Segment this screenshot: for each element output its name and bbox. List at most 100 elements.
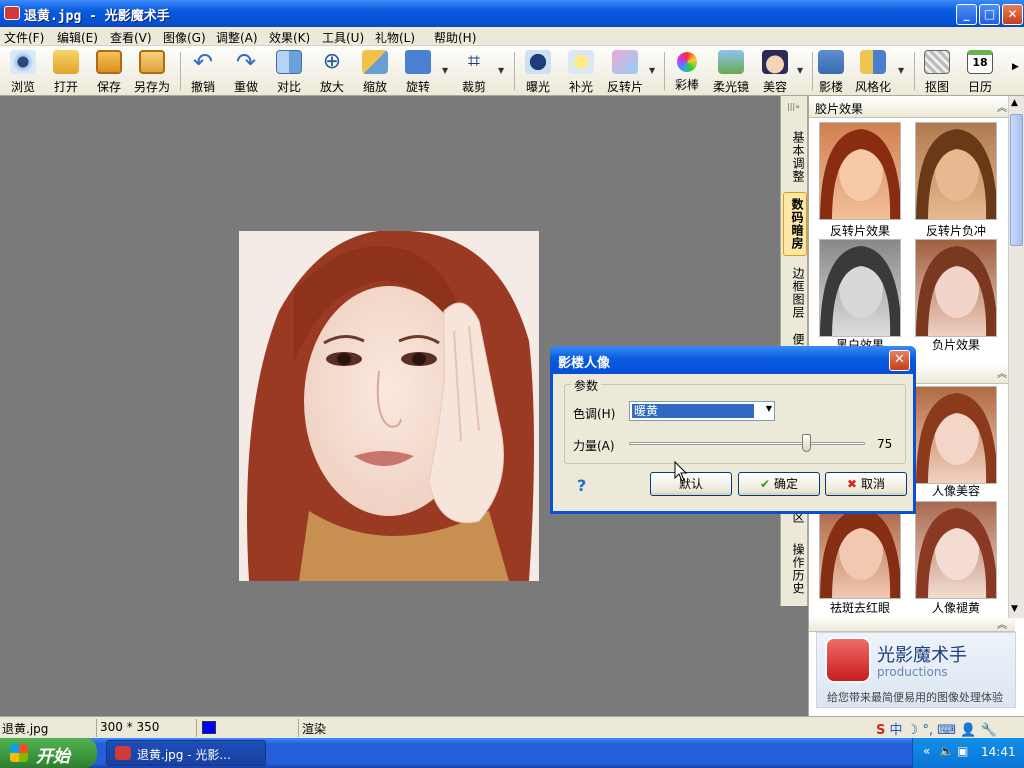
crop-dropdown-icon[interactable]: ▼ <box>498 66 504 75</box>
zoom-in-button[interactable]: ⊕ 放大 <box>317 48 347 95</box>
keyboard-icon[interactable]: ⌨ <box>937 723 956 738</box>
menu-edit[interactable]: 编辑(E) <box>57 29 98 46</box>
help-icon[interactable]: ? <box>577 476 586 495</box>
calendar-button[interactable]: 18 日历 <box>964 48 996 94</box>
exposure-button[interactable]: 曝光 <box>523 48 553 94</box>
clock[interactable]: 14:41 <box>981 745 1016 759</box>
volume-icon[interactable]: 🔈 <box>939 744 954 758</box>
menu-file[interactable]: 文件(F) <box>4 29 44 46</box>
strength-slider-track[interactable] <box>629 442 865 445</box>
menu-image[interactable]: 图像(G) <box>163 29 206 46</box>
menu-help[interactable]: 帮助(H) <box>434 29 476 46</box>
tab-border-layers[interactable]: 边框图层 <box>783 260 807 326</box>
thumb-black-white[interactable] <box>819 239 901 337</box>
panel-scrollbar[interactable]: ▲ ▼ <box>1008 96 1024 618</box>
resize-button[interactable]: 缩放 <box>360 48 390 94</box>
tab-basic-adjust[interactable]: 基本调整 <box>783 124 807 190</box>
studio-button[interactable]: 影楼 <box>816 48 846 94</box>
section-header-collapsed[interactable]: ︽ <box>809 616 1015 632</box>
thumb-reversal-push[interactable] <box>915 122 997 220</box>
exposure-icon <box>525 50 551 74</box>
eye-icon <box>10 50 36 74</box>
app-icon <box>4 6 20 20</box>
compare-button[interactable]: 对比 <box>274 48 304 94</box>
ok-button[interactable]: ✔ 确定 <box>738 472 820 496</box>
promo-name: 光影魔术手 <box>877 645 967 666</box>
network-icon[interactable]: ▣ <box>957 744 968 758</box>
scroll-up-icon[interactable]: ▲ <box>1011 98 1018 108</box>
windows-logo-icon <box>10 744 28 762</box>
sogou-ime-icon[interactable]: S <box>876 723 885 738</box>
undo-button[interactable]: ↶ 撤销 <box>188 48 218 94</box>
thumb-portrait-deyellow[interactable] <box>915 501 997 599</box>
redo-button[interactable]: ↷ 重做 <box>231 48 261 94</box>
open-button[interactable]: 打开 <box>50 48 82 94</box>
window-title: 退黄.jpg - 光影魔术手 <box>24 9 170 24</box>
strength-slider-thumb[interactable] <box>802 434 811 452</box>
thumb-label: 人像美容 <box>931 484 980 498</box>
default-button[interactable]: 默认 <box>650 472 732 496</box>
section-header-film[interactable]: 胶片效果 ︽ <box>809 96 1015 118</box>
maximize-button[interactable]: □ <box>979 4 1000 25</box>
rotate-dropdown-icon[interactable]: ▼ <box>442 66 448 75</box>
collapse-panel-icon[interactable]: |||» <box>787 102 800 111</box>
tab-history[interactable]: 操作历史 <box>783 536 807 602</box>
menu-view[interactable]: 查看(V) <box>110 29 152 46</box>
save-button[interactable]: 保存 <box>93 48 125 94</box>
crop-icon: ⌗ <box>467 49 481 74</box>
tab-digital-darkroom[interactable]: 数码暗房 <box>783 192 807 256</box>
cutout-button[interactable]: 抠图 <box>922 48 952 94</box>
tone-select[interactable]: 暖黄 ▼ <box>629 401 775 421</box>
user-icon[interactable]: 👤 <box>960 723 976 738</box>
dialog-close-button[interactable]: ✕ <box>889 350 910 371</box>
photo-image[interactable] <box>239 231 539 581</box>
punctuation-icon[interactable]: °, <box>922 723 933 738</box>
rotate-button[interactable]: 旋转 <box>403 48 433 94</box>
collapse-chevron-icon[interactable]: ︽ <box>997 99 1007 114</box>
menu-tools[interactable]: 工具(U) <box>322 29 364 46</box>
tray-arrow-icon[interactable]: « <box>923 744 930 758</box>
close-button[interactable]: ✕ <box>1002 4 1023 25</box>
film-dropdown-icon[interactable]: ▼ <box>649 66 655 75</box>
save-as-button[interactable]: 另存为 <box>132 48 172 94</box>
compare-icon <box>276 50 302 74</box>
promo-banner[interactable]: 光影魔术手 productions 给您带来最简便易用的图像处理体验 <box>816 632 1016 708</box>
chinese-mode-icon[interactable]: 中 <box>890 723 903 738</box>
stylize-dropdown-icon[interactable]: ▼ <box>898 66 904 75</box>
scroll-thumb[interactable] <box>1010 114 1023 246</box>
toolbar-more-icon[interactable]: ▶ <box>1012 62 1019 72</box>
wrench-icon[interactable]: 🔧 <box>980 723 996 738</box>
params-group: 参数 色调(H) 暖黄 ▼ 力量(A) 75 <box>564 377 906 464</box>
ime-toolbar[interactable]: S 中 ☽ °, ⌨ 👤 🔧 <box>876 719 1020 738</box>
color-wand-button[interactable]: 彩棒 <box>672 48 702 94</box>
chevron-down-icon[interactable]: ▼ <box>766 404 772 413</box>
soft-focus-button[interactable]: 柔光镜 <box>712 48 750 94</box>
fill-light-button[interactable]: 补光 <box>566 48 596 94</box>
reversal-film-button[interactable]: 反转片 <box>604 48 646 94</box>
beauty-button[interactable]: 美容 <box>760 48 790 94</box>
menu-effects[interactable]: 效果(K) <box>269 29 310 46</box>
thumb-spot-redeye[interactable] <box>819 501 901 599</box>
beauty-dropdown-icon[interactable]: ▼ <box>797 66 803 75</box>
thumb-portrait-beauty[interactable] <box>915 386 997 484</box>
menu-gifts[interactable]: 礼物(L) <box>375 29 415 46</box>
cancel-button[interactable]: ✖ 取消 <box>825 472 907 496</box>
dialog-title-bar[interactable]: 影楼人像 ✕ <box>550 346 916 374</box>
thumb-label: 负片效果 <box>931 338 980 352</box>
start-button[interactable]: 开始 <box>0 738 97 768</box>
collapse-chevron-icon[interactable]: ︽ <box>997 616 1007 631</box>
scroll-down-icon[interactable]: ▼ <box>1011 604 1018 614</box>
minimize-button[interactable]: _ <box>956 4 977 25</box>
browse-button[interactable]: 浏览 <box>6 48 40 94</box>
thumb-label: 反转片效果 <box>829 224 890 238</box>
half-width-icon[interactable]: ☽ <box>907 723 919 738</box>
status-bar: 退黄.jpg 300 * 350 渲染 S 中 ☽ °, ⌨ 👤 🔧 <box>0 716 1024 738</box>
menu-adjust[interactable]: 调整(A) <box>216 29 258 46</box>
save-icon <box>96 50 122 74</box>
collapse-chevron-icon[interactable]: ︽ <box>997 365 1007 380</box>
crop-button[interactable]: ⌗ 裁剪 <box>459 48 489 95</box>
thumb-reversal-effect[interactable] <box>819 122 901 220</box>
taskbar-item-app[interactable]: 退黄.jpg - 光影... <box>106 740 266 766</box>
thumb-negative[interactable] <box>915 239 997 337</box>
stylize-button[interactable]: 风格化 <box>852 48 894 94</box>
